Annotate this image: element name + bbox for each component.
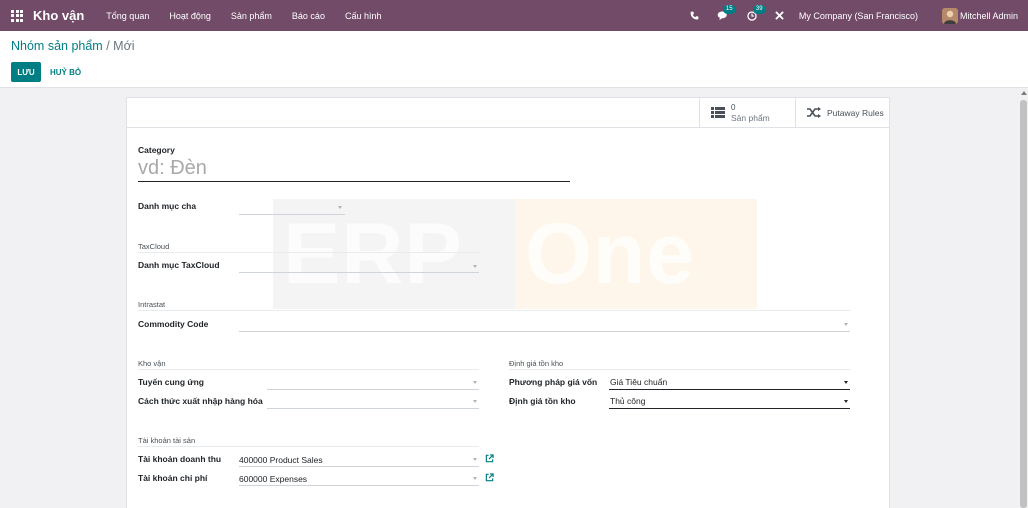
menu-operations[interactable]: Hoạt động <box>169 11 211 21</box>
valuation-section-title: Định giá tồn kho <box>509 359 564 368</box>
user-menu[interactable]: Mitchell Admin <box>960 11 1018 21</box>
removal-strategy-label: Cách thức xuất nhập hàng hóa <box>138 396 263 406</box>
form-sheet: ERP One 0 Sản phẩm Putaway Rules Categor… <box>126 97 890 508</box>
valuation-dropdown-icon[interactable] <box>844 400 848 403</box>
messages-badge: 15 <box>722 4 736 14</box>
intrastat-separator <box>138 310 850 311</box>
intrastat-section-title: Intrastat <box>138 300 166 309</box>
menu-configuration[interactable]: Cấu hình <box>345 11 382 21</box>
income-account-label: Tài khoản doanh thu <box>138 454 222 464</box>
parent-category-label: Danh mục cha <box>138 201 197 211</box>
list-icon <box>711 107 725 118</box>
costing-method-label: Phương pháp giá vốn <box>509 377 598 387</box>
expense-account-label: Tài khoản chi phí <box>138 473 208 483</box>
expense-account-field[interactable] <box>239 485 479 486</box>
breadcrumb: Nhóm sản phẩm / Mới <box>11 39 135 53</box>
avatar[interactable] <box>941 7 958 24</box>
taxcloud-dropdown-icon[interactable] <box>473 265 477 268</box>
scroll-thumb[interactable] <box>1020 100 1027 508</box>
valuation-separator <box>509 369 850 370</box>
logistics-section-title: Kho vận <box>138 359 166 368</box>
taxcloud-section-title: TaxCloud <box>138 242 170 251</box>
close-icon[interactable] <box>775 11 784 20</box>
smart-button-box: 0 Sản phẩm Putaway Rules <box>127 98 889 128</box>
discard-button[interactable]: HUỶ BỎ <box>48 62 83 82</box>
phone-icon[interactable] <box>690 11 699 20</box>
activities-badge: 39 <box>752 4 766 14</box>
chat-icon[interactable]: 15 <box>717 4 736 21</box>
category-name-input[interactable] <box>138 156 570 182</box>
top-navbar: Kho vận Tổng quan Hoạt động Sản phẩm Báo… <box>0 0 1028 31</box>
costing-dropdown-icon[interactable] <box>844 381 848 384</box>
routes-field[interactable] <box>267 389 479 390</box>
products-smart-button[interactable]: 0 Sản phẩm <box>699 98 795 127</box>
expense-account-value[interactable]: 600000 Expenses <box>239 474 307 484</box>
putaway-rules-button[interactable]: Putaway Rules <box>795 98 889 127</box>
costing-method-value[interactable]: Giá Tiêu chuẩn <box>610 377 667 387</box>
inventory-valuation-value[interactable]: Thủ công <box>610 396 645 406</box>
commodity-code-field[interactable] <box>239 331 850 332</box>
commodity-code-label: Commodity Code <box>138 319 209 329</box>
taxcloud-category-label: Danh mục TaxCloud <box>138 260 220 270</box>
control-panel: Nhóm sản phẩm / Mới LƯU HUỶ BỎ <box>0 31 1028 88</box>
products-count: 0 <box>731 102 736 112</box>
income-dropdown-icon[interactable] <box>473 458 477 461</box>
breadcrumb-separator: / <box>106 39 110 53</box>
category-label: Category <box>138 145 175 155</box>
apps-icon[interactable] <box>11 9 23 22</box>
logistics-separator <box>138 369 479 370</box>
putaway-label: Putaway Rules <box>827 107 884 118</box>
menu-products[interactable]: Sản phẩm <box>231 11 272 21</box>
menu-overview[interactable]: Tổng quan <box>106 11 149 21</box>
watermark-right-text: One <box>525 206 696 302</box>
random-icon <box>807 107 821 118</box>
app-brand[interactable]: Kho vận <box>33 8 84 23</box>
products-label: Sản phẩm <box>731 112 770 123</box>
taxcloud-category-field[interactable] <box>239 272 479 273</box>
breadcrumb-current: Mới <box>113 39 135 53</box>
income-account-value[interactable]: 400000 Product Sales <box>239 455 323 465</box>
menu-reporting[interactable]: Báo cáo <box>292 11 325 21</box>
scrollbar[interactable] <box>1019 88 1028 508</box>
inventory-valuation-field[interactable] <box>609 408 850 409</box>
inventory-valuation-label: Định giá tồn kho <box>509 396 576 406</box>
income-account-field[interactable] <box>239 466 479 467</box>
save-button[interactable]: LƯU <box>11 62 41 82</box>
removal-dropdown-icon[interactable] <box>473 400 477 403</box>
routes-dropdown-icon[interactable] <box>473 381 477 384</box>
breadcrumb-parent[interactable]: Nhóm sản phẩm <box>11 39 103 53</box>
expense-dropdown-icon[interactable] <box>473 477 477 480</box>
costing-method-field[interactable] <box>609 389 850 390</box>
watermark-left-text: ERP <box>283 206 463 302</box>
company-switcher[interactable]: My Company (San Francisco) <box>799 11 918 21</box>
accounts-separator <box>138 446 479 447</box>
parent-category-field[interactable] <box>239 214 345 215</box>
accounts-section-title: Tài khoản tài sản <box>138 436 196 445</box>
scroll-up-icon[interactable] <box>1021 91 1027 95</box>
commodity-dropdown-icon[interactable] <box>844 323 848 326</box>
taxcloud-separator <box>138 252 479 253</box>
clock-icon[interactable]: 39 <box>747 4 766 21</box>
removal-strategy-field[interactable] <box>267 408 479 409</box>
income-external-link-icon[interactable] <box>485 454 494 463</box>
expense-external-link-icon[interactable] <box>485 473 494 482</box>
parent-category-dropdown-icon[interactable] <box>338 206 342 209</box>
routes-label: Tuyến cung ứng <box>138 377 204 387</box>
